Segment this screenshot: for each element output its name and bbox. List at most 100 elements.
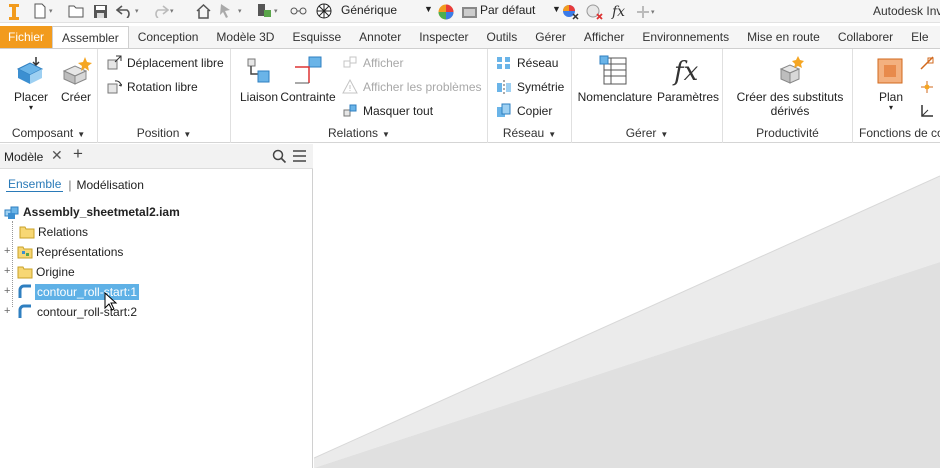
fonctions-title-text: Fonctions de co <box>859 126 940 140</box>
svg-text:fx: fx <box>611 4 625 20</box>
plan-button[interactable]: Plan ▾ <box>869 55 913 112</box>
parametres-label: Paramètres <box>656 90 720 104</box>
tree-item-relations[interactable]: Relations <box>19 222 88 241</box>
add-tab-icon[interactable]: + <box>73 144 83 164</box>
masquer-tout-button[interactable]: Masquer tout <box>342 101 433 121</box>
tab-modele-3d[interactable]: Modèle 3D <box>207 26 283 48</box>
symetrie-button[interactable]: Symétrie <box>496 77 564 97</box>
tab-collaborer[interactable]: Collaborer <box>829 26 902 48</box>
open-file-icon[interactable] <box>68 1 85 21</box>
tab-fichier[interactable]: Fichier <box>0 26 53 48</box>
save-icon[interactable] <box>93 1 108 21</box>
copier-button[interactable]: Copier <box>496 101 552 121</box>
panel-fonctions-title[interactable]: Fonctions de co <box>859 126 940 140</box>
tab-ele[interactable]: Ele <box>902 26 937 48</box>
afficher-problemes-button[interactable]: Afficher les problèmes <box>342 77 482 97</box>
tab-mise-en-route[interactable]: Mise en route <box>738 26 829 48</box>
search-icon[interactable] <box>272 149 287 164</box>
panel-composant-title[interactable]: Composant ▼ <box>0 126 97 140</box>
undo-icon[interactable]: ▾ <box>116 1 139 21</box>
tree-item-label: contour_roll-start:2 <box>37 304 138 319</box>
tab-esquisse[interactable]: Esquisse <box>283 26 350 48</box>
tree-item-contour-roll-start-1[interactable]: + contour_roll-start:1 <box>4 282 140 301</box>
copier-label: Copier <box>517 104 553 118</box>
appearance-select[interactable]: Générique ▼ <box>341 3 433 17</box>
menu-icon[interactable] <box>292 150 307 162</box>
tab-conception[interactable]: Conception <box>129 26 208 48</box>
work-axis-icon[interactable] <box>919 55 935 71</box>
tree-item-origine[interactable]: + Origine <box>4 262 75 281</box>
panel-productivite-title[interactable]: Productivité <box>723 126 852 140</box>
mirror-icon <box>497 80 511 95</box>
tab-assembler[interactable]: Assembler <box>52 26 129 48</box>
reseau-label: Réseau <box>517 56 559 70</box>
warning-icon <box>342 79 358 94</box>
liaison-label: Liaison <box>239 90 279 104</box>
expand-icon[interactable]: + <box>4 266 13 277</box>
rotation-libre-button[interactable]: Rotation libre <box>106 77 198 97</box>
liaison-button[interactable]: Liaison <box>235 55 283 104</box>
tab-outils[interactable]: Outils <box>478 26 527 48</box>
graphics-viewport[interactable] <box>314 144 940 468</box>
plus-icon[interactable]: ▾ <box>636 2 655 22</box>
placer-label: Placer <box>13 90 48 104</box>
panel-reseau-title[interactable]: Réseau ▼ <box>488 126 571 140</box>
close-icon[interactable]: ✕ <box>51 147 63 164</box>
fx-parameters-icon[interactable]: fx <box>611 1 631 21</box>
folder-icon <box>19 226 35 238</box>
work-point-icon[interactable] <box>919 79 935 95</box>
nomenclature-button[interactable]: Nomenclature <box>576 55 654 104</box>
inventor-logo-icon[interactable] <box>6 2 22 22</box>
appearance-sphere-icon[interactable] <box>315 1 333 21</box>
show-relations-icon <box>343 56 357 68</box>
ucs-icon[interactable] <box>919 103 935 119</box>
expand-icon[interactable]: + <box>4 246 13 257</box>
root-label: Assembly_sheetmetal2.iam <box>23 204 180 219</box>
panel-relations-title[interactable]: Relations ▼ <box>231 126 487 140</box>
tab-annoter[interactable]: Annoter <box>350 26 410 48</box>
tab-ensemble[interactable]: Ensemble <box>6 177 64 192</box>
parametres-button[interactable]: fx Paramètres <box>656 55 720 104</box>
material-icon[interactable]: ▾ <box>255 1 278 21</box>
tree-item-representations[interactable]: + Représentations <box>4 242 123 261</box>
tab-inspecter[interactable]: Inspecter <box>410 26 477 48</box>
creer-button[interactable]: Créer <box>56 55 96 104</box>
plan-label: Plan <box>878 90 904 104</box>
tree-item-contour-roll-start-2[interactable]: + contour_roll-start:2 <box>4 302 139 321</box>
reseau-button[interactable]: Réseau <box>496 53 558 73</box>
symetrie-label: Symétrie <box>517 80 565 94</box>
tab-environnements[interactable]: Environnements <box>633 26 738 48</box>
tab-modelisation[interactable]: Modélisation <box>77 178 144 192</box>
tree-root[interactable]: Assembly_sheetmetal2.iam <box>4 202 180 221</box>
expand-icon[interactable]: + <box>4 286 13 297</box>
clear-appearance-icon[interactable] <box>585 2 603 22</box>
view-rep-value: Par défaut <box>480 3 536 17</box>
sheet-metal-part-view <box>314 175 940 468</box>
tree-item-label: Représentations <box>36 244 124 259</box>
contrainte-button[interactable]: Contrainte <box>279 55 337 104</box>
color-wheel-icon[interactable] <box>437 2 455 22</box>
browser-header: Modèle ✕ + <box>0 144 313 169</box>
expand-icon[interactable]: + <box>4 306 13 317</box>
view-rep-icon[interactable] <box>461 2 478 22</box>
afficher-label: Afficher <box>363 56 404 70</box>
view-rep-select[interactable]: Par défaut ▼ <box>480 3 564 17</box>
panel-gerer-title[interactable]: Gérer ▼ <box>572 126 722 140</box>
tab-afficher[interactable]: Afficher <box>575 26 633 48</box>
home-icon[interactable] <box>195 1 212 21</box>
select-mode-icon[interactable]: ▾ <box>217 1 242 21</box>
deplacement-libre-button[interactable]: Déplacement libre <box>106 53 224 73</box>
creer-substituts-button[interactable]: Créer des substituts dérivés <box>733 55 847 118</box>
deplacement-libre-label: Déplacement libre <box>127 56 224 70</box>
appearance-override-icon[interactable] <box>561 2 579 22</box>
placer-button[interactable]: Placer ▾ <box>8 55 54 112</box>
afficher-button[interactable]: Afficher <box>342 53 403 73</box>
sheet-metal-part-icon <box>18 284 31 298</box>
new-file-icon[interactable]: ▾ <box>32 1 53 21</box>
redo-icon[interactable]: ▾ <box>151 1 174 21</box>
panel-position-title[interactable]: Position ▼ <box>98 126 230 140</box>
tab-gerer[interactable]: Gérer <box>526 26 575 48</box>
rotation-libre-label: Rotation libre <box>127 80 198 94</box>
adaptive-icon[interactable] <box>290 1 308 21</box>
fx-icon: fx <box>672 57 699 87</box>
